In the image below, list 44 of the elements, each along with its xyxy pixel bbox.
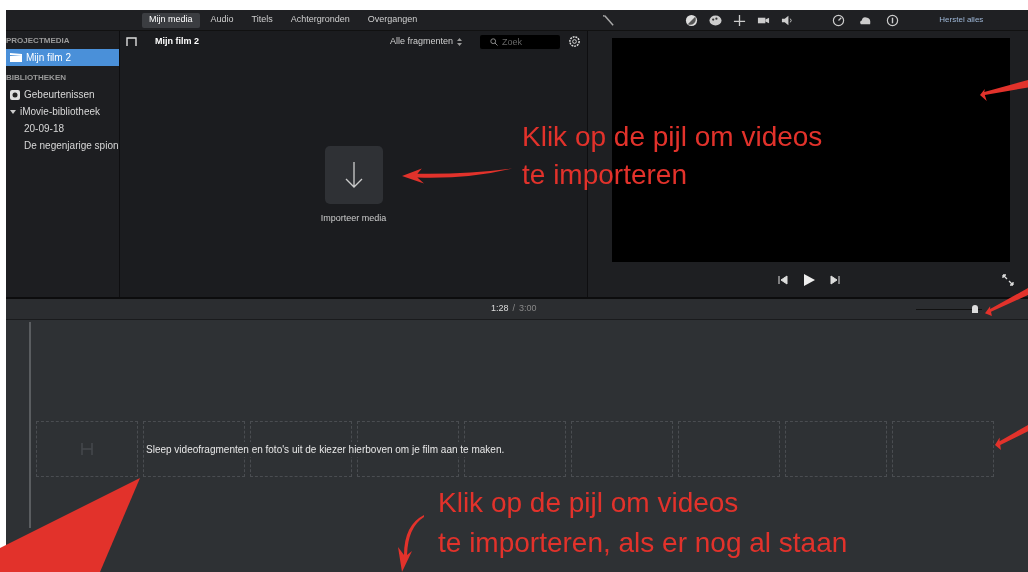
annotation-text: Klik op de pijl om videos te importeren, als er nog al staan [438,486,848,560]
reset-all-button[interactable]: Herstel alles [939,14,984,26]
info-icon[interactable] [886,13,900,27]
palette-icon[interactable] [709,13,723,27]
media-tab[interactable]: Overgangen [360,12,425,28]
search-field[interactable]: Zoek [480,34,560,49]
media-tab[interactable]: Titels [244,12,280,28]
import-label: Importeer media [320,212,387,225]
sidebar-item[interactable]: De negenjarige spion [6,137,119,154]
settings-icon[interactable] [568,35,581,48]
play-icon[interactable] [802,272,816,287]
arrow-drawing [985,288,1028,316]
magic-wand-icon[interactable] [602,13,616,27]
crop-icon[interactable] [733,13,747,27]
media-tab[interactable]: Achtergronden [283,12,357,28]
clapperboard-icon [10,53,22,62]
zoom-slider[interactable] [916,305,982,313]
search-icon [490,37,498,46]
media-tab[interactable]: Mijn media [142,12,200,28]
filter-dropdown[interactable]: Alle fragmenten [389,34,462,49]
media-tab[interactable]: Audio [203,12,241,28]
browser-title: Mijn film 2 [155,34,199,48]
disclosure-icon[interactable] [10,108,16,115]
skip-forward-icon[interactable] [830,274,840,285]
color-balance-icon[interactable] [685,13,699,27]
annotation-text: Klik op de pijl om videos te importeren [522,120,823,192]
sidebar-toggle-icon[interactable] [126,36,137,47]
star-square-icon [10,89,20,100]
time-separator: / [512,302,516,316]
arrow-drawing [995,425,1028,450]
current-time: 1:28 [491,302,509,316]
import-button[interactable] [324,146,383,204]
fullscreen-icon[interactable] [1002,273,1014,286]
sidebar-item[interactable]: iMovie-bibliotheek [6,103,119,120]
sidebar-item[interactable]: 20-09-18 [6,120,119,137]
timeline-hint: Sleep videofragmenten en foto's uit de kiezer hierboven om je film aan te maken. [146,442,505,457]
stepper-icon [457,37,462,46]
skip-back-icon[interactable] [778,274,788,285]
down-arrow-icon [343,161,364,189]
section-heading: PROJECTMEDIA [6,35,71,47]
total-time: 3:00 [519,302,537,316]
sidebar-item[interactable]: Gebeurtenissen [6,86,119,103]
speedometer-icon[interactable] [832,13,846,27]
section-heading: BIBLIOTHEKEN [6,72,67,84]
